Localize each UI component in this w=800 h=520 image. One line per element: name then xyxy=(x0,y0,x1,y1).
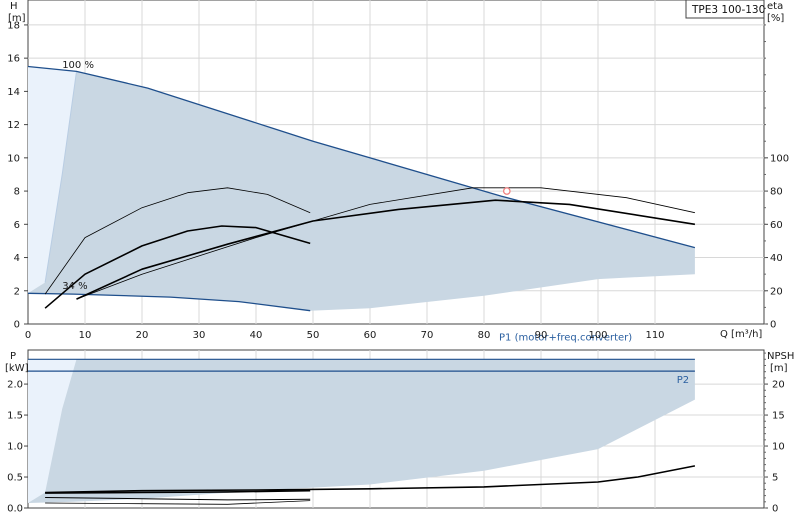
npsh-axis-label: NPSH xyxy=(767,351,794,362)
x-tick-label: 70 xyxy=(421,330,434,341)
power-tick-label: 0.5 xyxy=(7,473,23,484)
x-tick-label: 50 xyxy=(307,330,320,341)
x-tick-label: 0 xyxy=(25,330,31,341)
power-series-label: P2 xyxy=(677,375,689,386)
x-tick-label: 100 xyxy=(588,330,607,341)
head-axis-label: H xyxy=(10,1,18,12)
duty-point-marker[interactable] xyxy=(502,187,511,195)
x-tick-label: 40 xyxy=(250,330,263,341)
eta-axis-unit: [%] xyxy=(767,13,784,24)
npsh-tick-label: 5 xyxy=(772,473,778,484)
npsh-tick-label: 10 xyxy=(772,442,785,453)
head-axis-unit: [m] xyxy=(8,13,26,24)
model-title: TPE3 100-130 xyxy=(691,4,765,16)
head-tick-label: 4 xyxy=(14,253,20,264)
power-tick-label: 1.0 xyxy=(7,442,23,453)
eta-tick-label: 0 xyxy=(770,320,776,331)
npsh-axis-unit: [m] xyxy=(770,363,788,374)
speed-annotation: 100 % xyxy=(62,60,94,71)
power-tick-label: 1.5 xyxy=(7,411,23,422)
head-tick-label: 8 xyxy=(14,187,20,198)
x-tick-label: 10 xyxy=(79,330,92,341)
power-axis-unit: [kW] xyxy=(5,363,29,374)
head-tick-label: 14 xyxy=(7,87,20,98)
eta-tick-label: 100 xyxy=(770,153,789,164)
power-axis-label: P xyxy=(10,351,16,362)
x-tick-label: 60 xyxy=(364,330,377,341)
eta-axis-label: eta xyxy=(767,1,783,12)
npsh-tick-label: 20 xyxy=(772,380,785,391)
power-tick-label: 2.0 xyxy=(7,380,23,391)
x-tick-label: 30 xyxy=(193,330,206,341)
flow-axis-label: Q [m³/h] xyxy=(720,329,762,340)
eta-tick-label: 20 xyxy=(770,286,783,297)
power-tick-label: 0.0 xyxy=(7,504,23,515)
x-tick-label: 20 xyxy=(136,330,149,341)
x-tick-label: 80 xyxy=(478,330,491,341)
eta-tick-label: 60 xyxy=(770,220,783,231)
head-tick-label: 0 xyxy=(14,320,20,331)
head-tick-label: 10 xyxy=(7,153,20,164)
npsh-tick-label: 15 xyxy=(772,411,785,422)
head-tick-label: 12 xyxy=(7,120,20,131)
speed-annotation: 34 % xyxy=(62,281,87,292)
eta-tick-label: 80 xyxy=(770,187,783,198)
x-tick-label: 90 xyxy=(535,330,548,341)
x-tick-label: 110 xyxy=(645,330,664,341)
head-tick-label: 16 xyxy=(7,54,20,65)
head-tick-label: 2 xyxy=(14,286,20,297)
npsh-tick-label: 0 xyxy=(772,504,778,515)
head-tick-label: 6 xyxy=(14,220,20,231)
eta-tick-label: 40 xyxy=(770,253,783,264)
pump-performance-chart: 100 %34 % P1 (motor+freq.converter)P2 01… xyxy=(5,0,794,515)
power-series-label: P1 (motor+freq.converter) xyxy=(499,333,632,344)
